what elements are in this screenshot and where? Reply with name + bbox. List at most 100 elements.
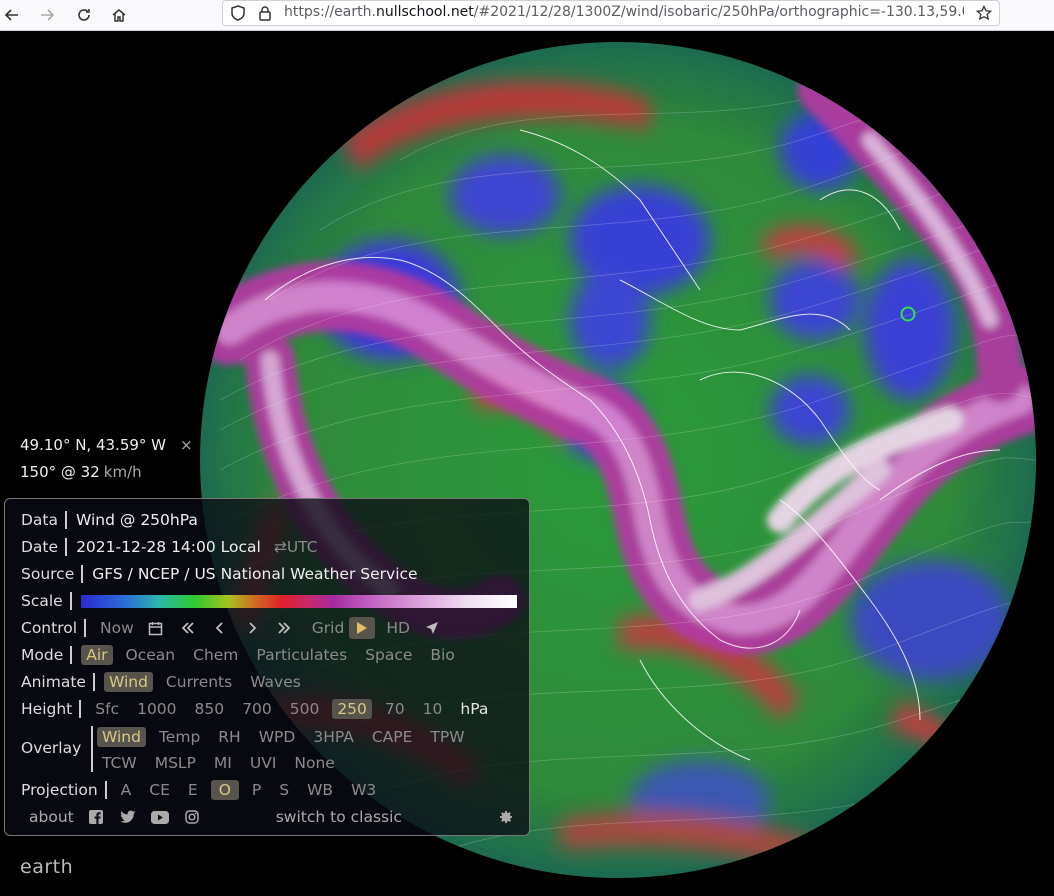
forward-arrow-icon[interactable]: [35, 3, 59, 27]
overlay-3hpa[interactable]: 3HPA: [308, 727, 358, 747]
menu-row-animate: Animate Wind Currents Waves: [21, 671, 314, 693]
browser-toolbar: https://earth.nullschool.net/#2021/12/28…: [0, 0, 1054, 31]
mode-bio[interactable]: Bio: [425, 645, 459, 665]
height-sfc[interactable]: Sfc: [90, 699, 124, 719]
menu-row-footer: about switch to classic: [21, 806, 515, 828]
twitter-icon[interactable]: [119, 808, 137, 826]
projection-ce[interactable]: CE: [144, 780, 175, 800]
menu-row-mode: Mode Air Ocean Chem Particulates Space B…: [21, 644, 468, 666]
menu-row-control: Control Now Grid HD: [21, 617, 455, 639]
play-icon[interactable]: [349, 617, 376, 639]
source-value: GFS / NCEP / US National Weather Service: [92, 565, 418, 583]
overlay-wpd[interactable]: WPD: [254, 727, 301, 747]
projection-wb[interactable]: WB: [302, 780, 338, 800]
double-back-icon[interactable]: [179, 619, 197, 637]
height-70[interactable]: 70: [380, 699, 410, 719]
url-prefix: https://earth.: [284, 4, 376, 20]
app-label[interactable]: earth: [20, 856, 73, 878]
step-forward-icon[interactable]: [243, 619, 261, 637]
height-1000[interactable]: 1000: [132, 699, 181, 719]
mode-air[interactable]: Air: [81, 645, 113, 665]
grid-button[interactable]: Grid: [307, 618, 350, 638]
date-label: Date: [21, 538, 68, 556]
close-icon[interactable]: ×: [180, 436, 193, 454]
back-arrow-icon[interactable]: [0, 3, 24, 27]
menu-row-date: Date 2021-12-28 14:00 Local ⇄UTC: [21, 536, 331, 558]
switch-to-classic-link[interactable]: switch to classic: [271, 807, 407, 827]
url-text[interactable]: https://earth.nullschool.net/#2021/12/28…: [284, 4, 964, 20]
mode-space[interactable]: Space: [360, 645, 417, 665]
overlay-none[interactable]: None: [289, 753, 339, 773]
step-back-icon[interactable]: [211, 619, 229, 637]
projection-e[interactable]: E: [183, 780, 203, 800]
projection-p[interactable]: P: [247, 780, 266, 800]
spot-coordinates: 49.10° N, 43.59° W: [20, 436, 167, 454]
calendar-icon[interactable]: [147, 619, 165, 637]
instagram-icon[interactable]: [183, 808, 201, 826]
projection-s[interactable]: S: [274, 780, 294, 800]
overlay-mi[interactable]: MI: [209, 753, 237, 773]
url-bar[interactable]: https://earth.nullschool.net/#2021/12/28…: [222, 0, 1000, 26]
overlay-tpw[interactable]: TPW: [425, 727, 469, 747]
animate-waves[interactable]: Waves: [245, 672, 306, 692]
overlay-uvi[interactable]: UVI: [245, 753, 282, 773]
overlay-mslp[interactable]: MSLP: [150, 753, 201, 773]
date-value[interactable]: 2021-12-28 14:00 Local: [76, 538, 261, 556]
data-label: Data: [21, 511, 68, 529]
source-label: Source: [21, 565, 84, 583]
hd-button[interactable]: HD: [381, 618, 415, 638]
overlay-cape[interactable]: CAPE: [367, 727, 418, 747]
overlay-label: Overlay: [21, 739, 82, 757]
reload-icon[interactable]: [72, 3, 96, 27]
about-link[interactable]: about: [24, 807, 79, 827]
projection-label: Projection: [21, 781, 107, 799]
overlay-row-1: Wind Temp RH WPD 3HPA CAPE TPW: [97, 726, 478, 748]
animate-wind[interactable]: Wind: [103, 672, 153, 692]
facebook-icon[interactable]: [87, 808, 105, 826]
location-arrow-icon[interactable]: [423, 619, 441, 637]
mode-particulates[interactable]: Particulates: [251, 645, 352, 665]
menu-panel: Data Wind @ 250hPa Date 2021-12-28 14:00…: [4, 498, 530, 836]
height-500[interactable]: 500: [285, 699, 325, 719]
animate-currents[interactable]: Currents: [161, 672, 237, 692]
overlay-rh[interactable]: RH: [213, 727, 245, 747]
height-250[interactable]: 250: [332, 699, 372, 719]
spot-coordinates-row: 49.10° N, 43.59° W ×: [20, 432, 193, 459]
home-icon[interactable]: [107, 3, 131, 27]
spot-readout: 49.10° N, 43.59° W × 150° @ 32 km/h: [20, 432, 193, 486]
height-10[interactable]: 10: [418, 699, 448, 719]
menu-row-height: Height Sfc 1000 850 700 500 250 70 10 hP…: [21, 698, 501, 720]
now-button[interactable]: Now: [95, 618, 139, 638]
overlay-wind[interactable]: Wind: [97, 727, 146, 747]
data-value: Wind @ 250hPa: [76, 511, 198, 529]
double-forward-icon[interactable]: [275, 619, 293, 637]
projection-a[interactable]: A: [116, 780, 137, 800]
overlay-temp[interactable]: Temp: [154, 727, 205, 747]
animate-label: Animate: [21, 673, 95, 691]
height-label: Height: [21, 700, 82, 718]
menu-row-source: Source GFS / NCEP / US National Weather …: [21, 563, 418, 585]
overlay-tcw[interactable]: TCW: [97, 753, 142, 773]
lock-icon[interactable]: [256, 4, 274, 22]
menu-row-data: Data Wind @ 250hPa: [21, 509, 198, 531]
height-unit[interactable]: hPa: [455, 699, 493, 719]
spot-wind-unit[interactable]: km/h: [104, 463, 142, 481]
scale-bar[interactable]: [80, 594, 517, 608]
utc-toggle[interactable]: ⇄UTC: [269, 537, 323, 557]
projection-w3[interactable]: W3: [346, 780, 381, 800]
height-850[interactable]: 850: [190, 699, 230, 719]
spot-wind-value: 150° @ 32: [20, 463, 100, 481]
control-label: Control: [21, 619, 87, 637]
height-700[interactable]: 700: [237, 699, 277, 719]
mode-ocean[interactable]: Ocean: [121, 645, 181, 665]
mode-chem[interactable]: Chem: [188, 645, 243, 665]
projection-o[interactable]: O: [210, 780, 239, 800]
menu-row-projection: Projection A CE E O P S WB W3: [21, 779, 389, 801]
url-domain: nullschool.net: [375, 4, 474, 20]
youtube-icon[interactable]: [150, 808, 169, 826]
bookmark-star-icon[interactable]: [975, 4, 993, 22]
shield-icon[interactable]: [229, 4, 247, 22]
gear-icon[interactable]: [497, 808, 515, 826]
overlay-divider: [91, 726, 93, 772]
menu-row-scale: Scale: [21, 590, 517, 612]
